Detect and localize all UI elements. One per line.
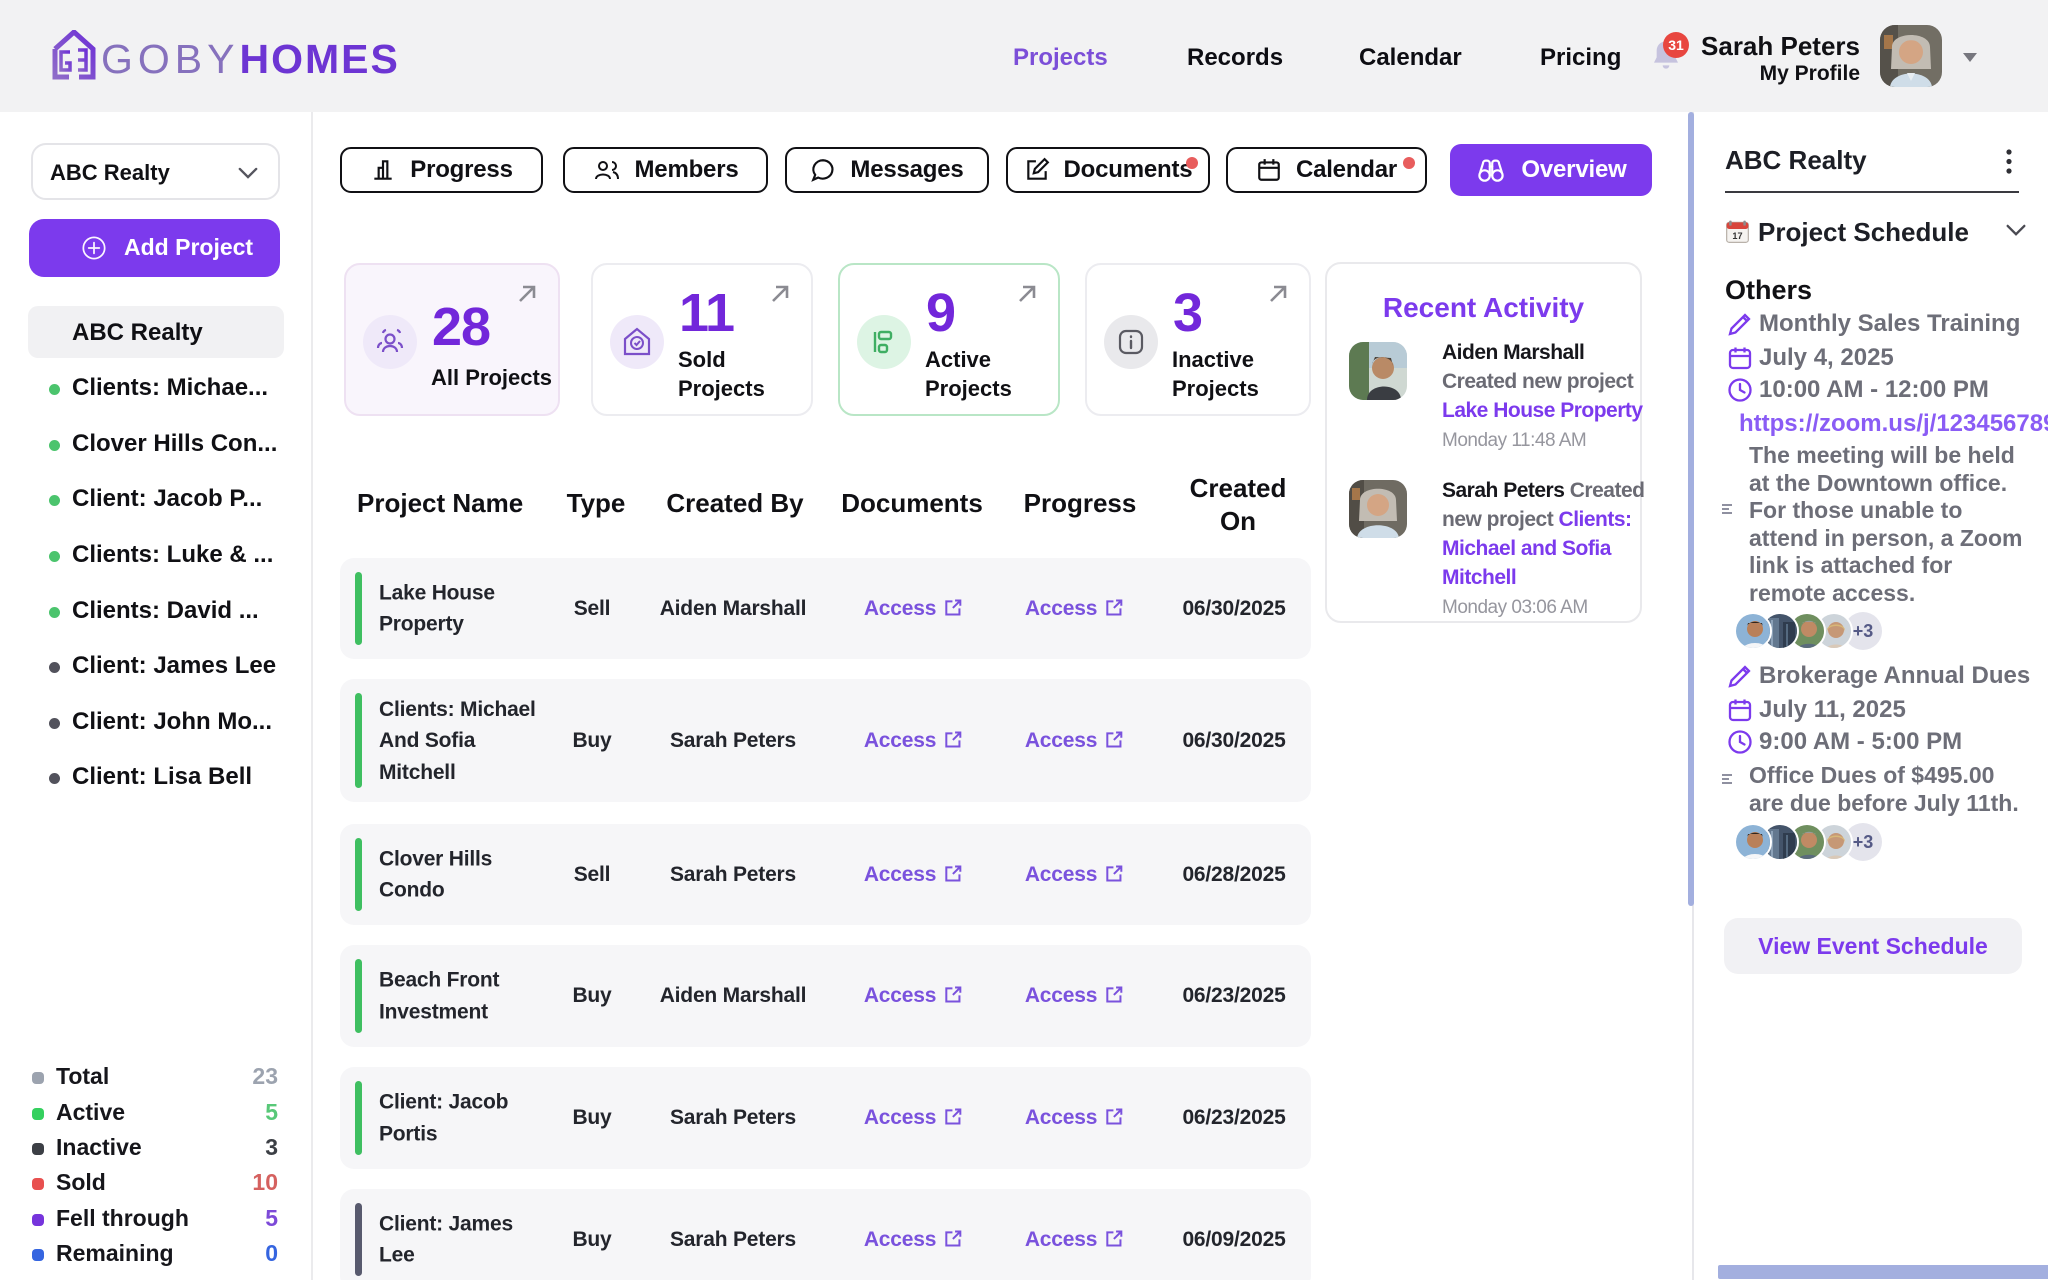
svg-text:17: 17 xyxy=(1732,231,1742,241)
